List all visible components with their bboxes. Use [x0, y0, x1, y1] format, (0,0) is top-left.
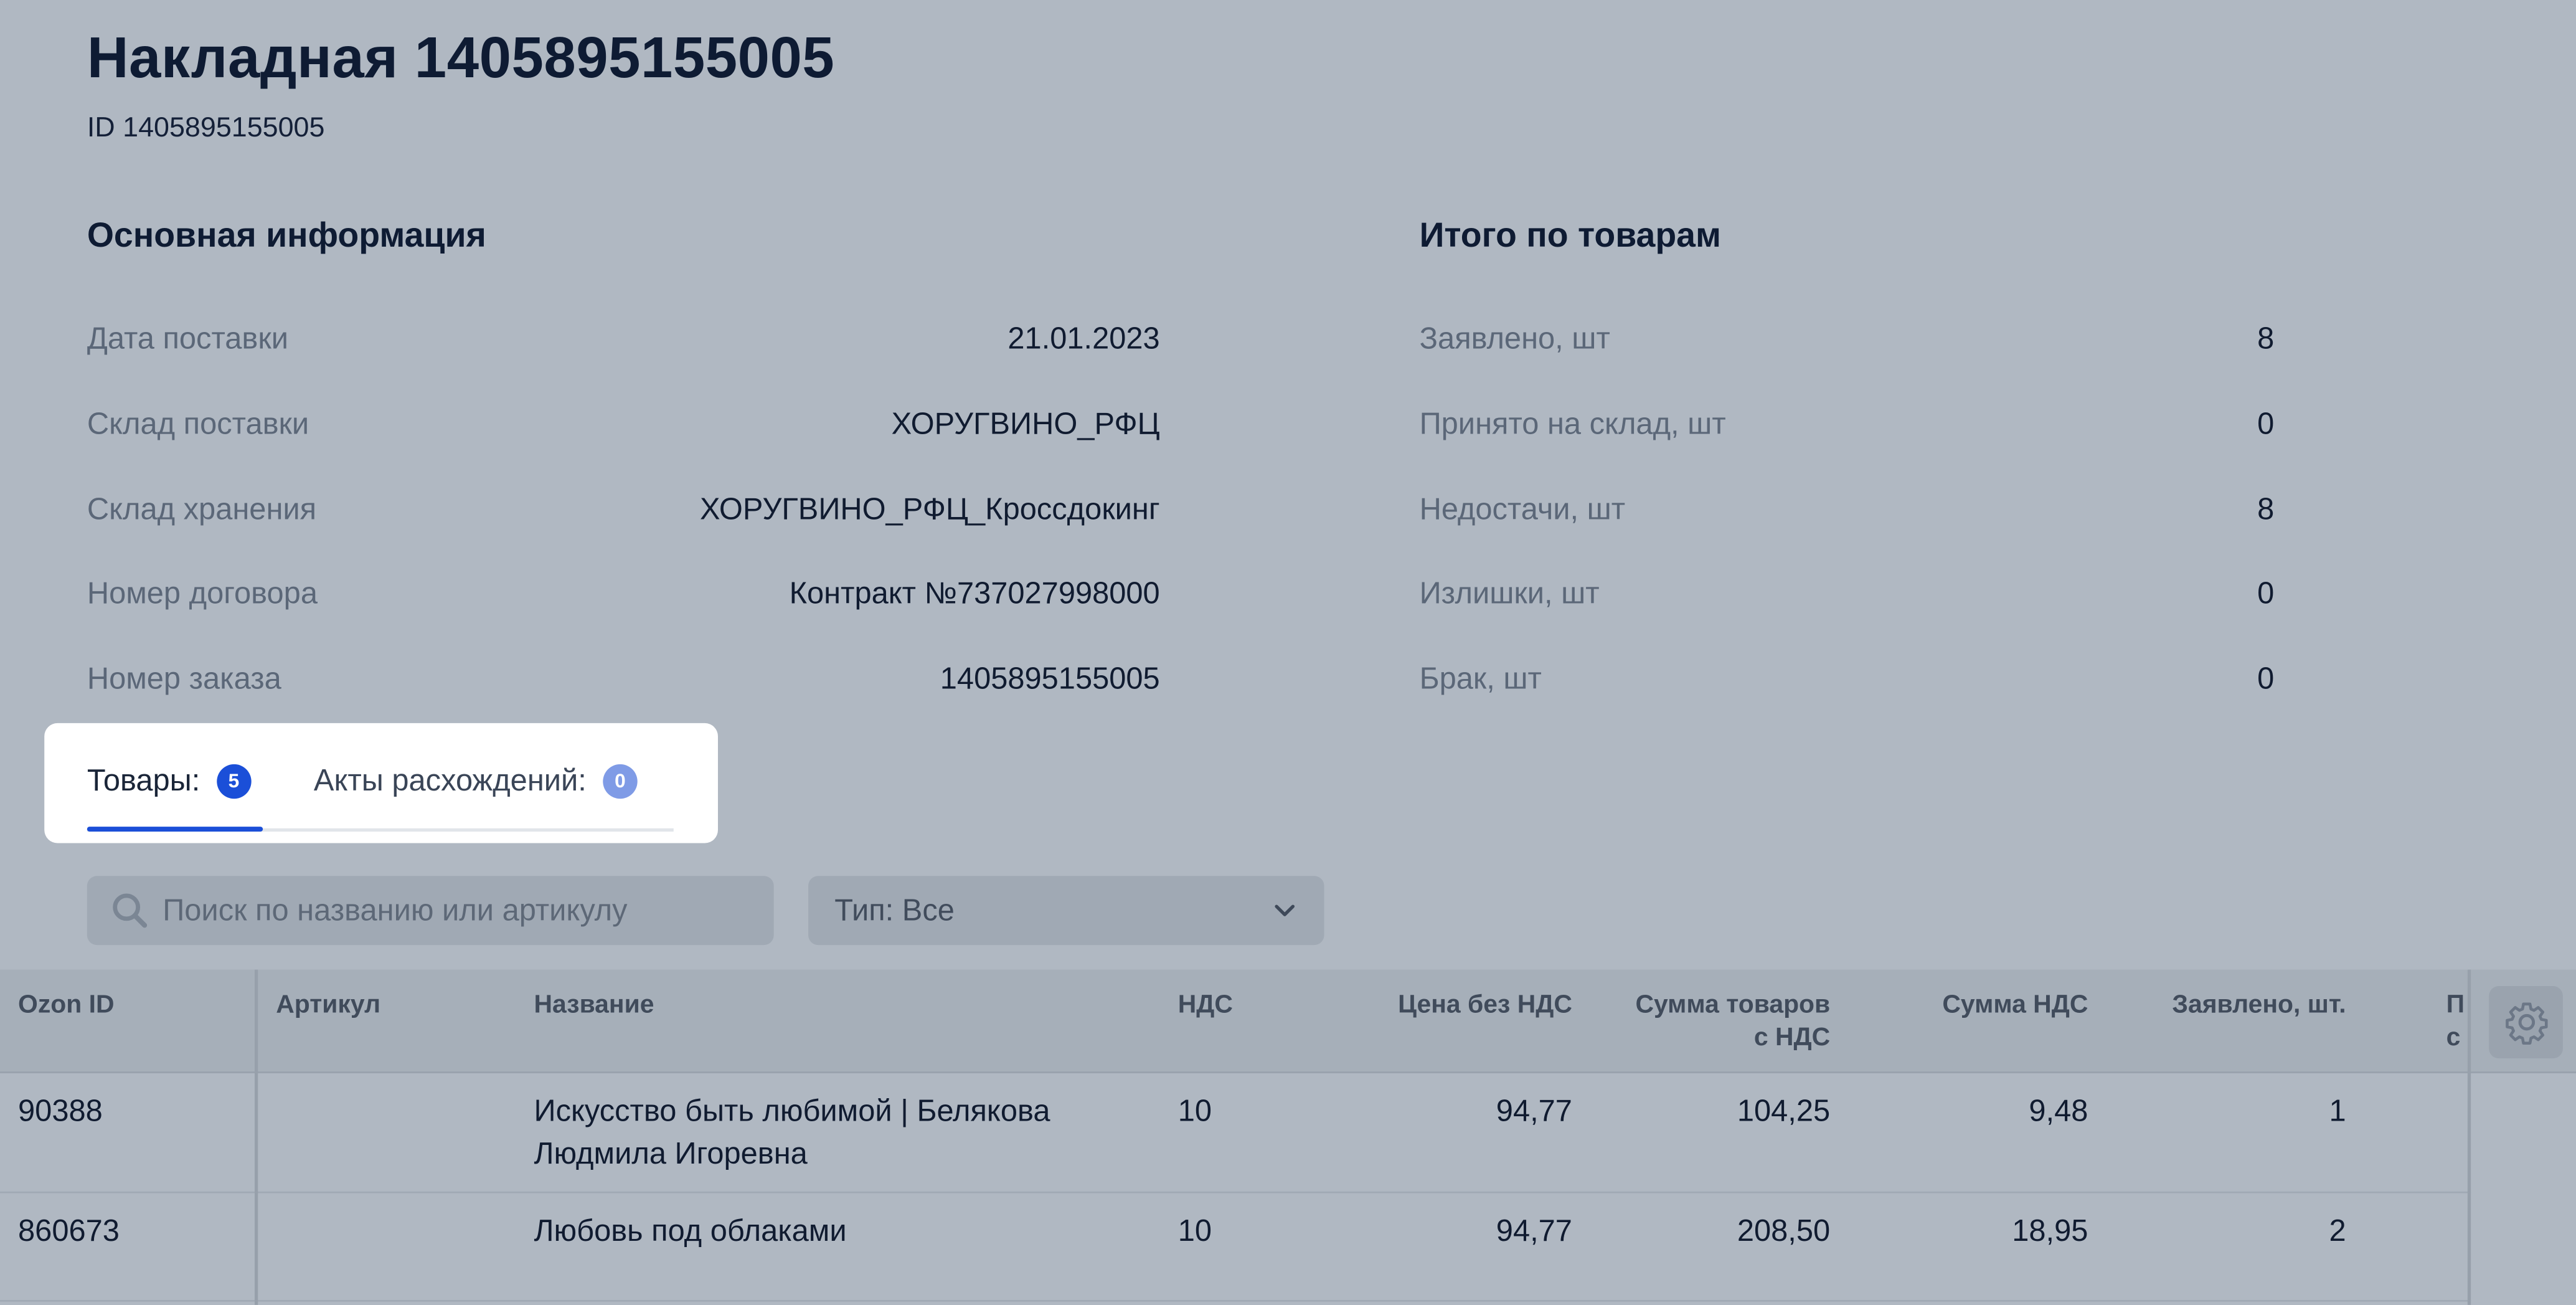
active-tab-indicator	[87, 827, 263, 832]
col-sum-with-vat[interactable]: Сумма товаров с НДС	[1635, 989, 1830, 1055]
type-filter-select[interactable]: Тип: Все	[808, 876, 1324, 946]
page-title: Накладная 1405895155005	[87, 26, 835, 91]
info-value-order-number: 1405895155005	[940, 660, 1160, 696]
col-vat[interactable]: НДС	[1178, 989, 1233, 1022]
cell-ozon-id: 860673	[18, 1213, 120, 1248]
search-box[interactable]	[87, 876, 774, 946]
search-input[interactable]	[163, 892, 722, 929]
col-article[interactable]: Артикул	[276, 989, 380, 1022]
total-value-shortage: 8	[2257, 491, 2275, 526]
cell-price-no-vat: 94,77	[1496, 1093, 1572, 1127]
col-clipped: П с	[2443, 970, 2469, 1068]
info-label-supply-warehouse: Склад поставки	[87, 406, 309, 441]
cell-price-no-vat: 94,77	[1496, 1213, 1572, 1248]
col-price-no-vat[interactable]: Цена без НДС	[1398, 989, 1572, 1022]
col-declared[interactable]: Заявлено, шт.	[2172, 989, 2346, 1022]
tab-acts-label: Акты расхождений:	[313, 762, 587, 797]
cell-declared: 2	[2329, 1213, 2346, 1248]
totals-heading: Итого по товарам	[1419, 217, 1722, 255]
type-filter-value: Тип: Все	[834, 892, 955, 928]
cell-vat: 10	[1177, 1093, 1212, 1127]
total-label-accepted: Принято на склад, шт	[1419, 406, 1726, 441]
total-value-surplus: 0	[2257, 575, 2275, 610]
page: Накладная 1405895155005 ID 1405895155005…	[0, 0, 2576, 1305]
total-value-declared: 8	[2257, 320, 2275, 355]
cell-sum-with-vat: 104,25	[1737, 1093, 1831, 1127]
cell-name-line2: Людмила Игоревна	[534, 1136, 808, 1170]
tab-acts-count-badge: 0	[603, 763, 638, 798]
cell-ozon-id: 90388	[18, 1093, 103, 1127]
table-row[interactable]: 860673 Любовь под облаками 10 94,77 208,…	[0, 1193, 2471, 1302]
total-label-surplus: Излишки, шт	[1419, 575, 1600, 610]
table-header: Ozon ID Артикул Название НДС Цена без НД…	[0, 969, 2576, 1073]
col-vat-sum[interactable]: Сумма НДС	[1942, 989, 2088, 1022]
search-icon	[110, 891, 149, 930]
info-value-supply-warehouse: ХОРУГВИНО_РФЦ	[891, 406, 1160, 441]
col-ozon-id[interactable]: Ozon ID	[18, 989, 115, 1022]
tab-discrepancy-acts[interactable]: Акты расхождений: 0	[314, 762, 638, 799]
cell-vat-sum: 18,95	[2012, 1213, 2088, 1248]
col-clipped-line1: П	[2446, 990, 2465, 1019]
column-separator[interactable]	[254, 969, 258, 1305]
total-label-defect: Брак, шт	[1419, 660, 1542, 696]
chevron-down-icon	[1271, 898, 1298, 924]
total-label-declared: Заявлено, шт	[1419, 320, 1610, 355]
document-id: ID 1405895155005	[87, 112, 325, 143]
info-label-delivery-date: Дата поставки	[87, 320, 288, 355]
tab-goods-label: Товары:	[87, 762, 201, 797]
gear-icon	[2503, 999, 2549, 1045]
cell-name-line1: Искусство быть любимой | Белякова	[534, 1093, 1050, 1127]
info-value-contract-number: Контракт №737027998000	[789, 575, 1160, 610]
cell-vat: 10	[1177, 1213, 1212, 1248]
info-label-contract-number: Номер договора	[87, 575, 318, 610]
table-settings-button[interactable]	[2489, 986, 2563, 1059]
cell-declared: 1	[2329, 1093, 2346, 1127]
main-info-heading: Основная информация	[87, 217, 486, 255]
col-sum-with-vat-line2: с НДС	[1753, 1023, 1831, 1052]
col-sum-with-vat-line1: Сумма товаров	[1635, 990, 1831, 1019]
total-value-accepted: 0	[2257, 406, 2275, 441]
info-label-order-number: Номер заказа	[87, 660, 281, 696]
cell-vat-sum: 9,48	[2029, 1093, 2088, 1127]
total-label-shortage: Недостачи, шт	[1419, 491, 1626, 526]
tab-goods[interactable]: Товары: 5	[87, 762, 252, 799]
info-value-storage-warehouse: ХОРУГВИНО_РФЦ_Кроссдокинг	[699, 491, 1160, 526]
cell-sum-with-vat: 208,50	[1737, 1213, 1831, 1248]
table-row[interactable]: 90388 Искусство быть любимой | Белякова …	[0, 1073, 2471, 1193]
column-separator	[2467, 969, 2471, 1305]
tab-goods-count-badge: 5	[216, 763, 252, 798]
info-value-delivery-date: 21.01.2023	[1007, 320, 1160, 355]
total-value-defect: 0	[2257, 660, 2275, 696]
col-name[interactable]: Название	[534, 989, 654, 1022]
cell-name[interactable]: Любовь под облаками	[534, 1210, 846, 1253]
info-label-storage-warehouse: Склад хранения	[87, 491, 317, 526]
tabs-panel: Товары: 5 Акты расхождений: 0	[44, 723, 718, 843]
cell-name[interactable]: Искусство быть любимой | Белякова Людмил…	[534, 1089, 1050, 1175]
col-clipped-line2: с	[2446, 1023, 2461, 1052]
